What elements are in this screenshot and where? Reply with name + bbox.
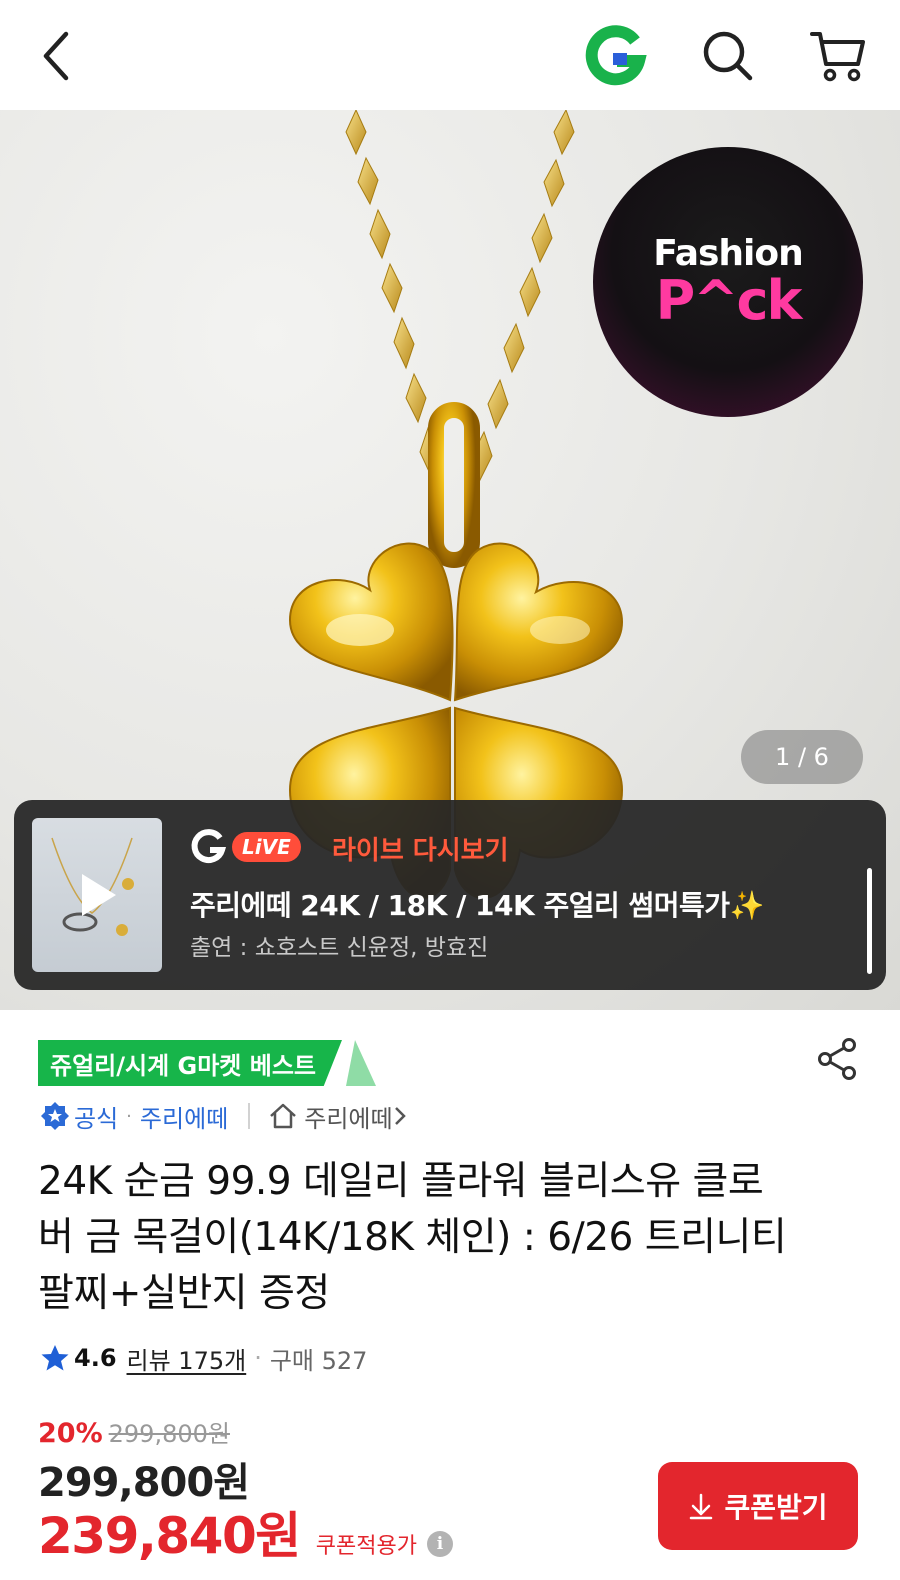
back-button[interactable] xyxy=(18,18,94,94)
product-title: 24K 순금 99.9 데일리 플라워 블리스유 클로버 금 목걸이(14K/1… xyxy=(38,1159,787,1316)
best-tag-fold xyxy=(346,1040,376,1086)
separator-dot: · xyxy=(126,1105,132,1127)
store-name[interactable]: 주리에떼 xyxy=(140,1099,228,1134)
live-replay-card[interactable]: LiVE 라이브 다시보기 주리에떼 24K / 18K / 14K 주얼리 썸… xyxy=(14,800,886,990)
shop-link-label: 주리에떼 xyxy=(304,1104,393,1133)
purchase-count: 구매 527 xyxy=(269,1346,368,1375)
coupon-note: 쿠폰적용가 i xyxy=(316,1528,453,1560)
live-pill: LiVE xyxy=(232,832,301,862)
shop-home-link[interactable]: 주리에떼 xyxy=(268,1099,406,1134)
home-icon xyxy=(270,1103,297,1129)
cart-icon xyxy=(810,32,865,82)
live-title: 주리에떼 24K / 18K / 14K 주얼리 썸머특가✨ xyxy=(190,889,764,922)
search-icon xyxy=(703,31,753,81)
play-icon xyxy=(82,874,116,916)
scroll-indicator xyxy=(867,868,872,974)
coupon-button-label: 쿠폰받기 xyxy=(724,1491,828,1524)
discount-row: 20% 299,800원 xyxy=(38,1414,230,1449)
download-icon xyxy=(690,1493,713,1520)
official-label: 공식 xyxy=(74,1104,119,1133)
divider xyxy=(248,1103,251,1129)
info-icon[interactable]: i xyxy=(426,1531,453,1557)
gmarket-logo-icon xyxy=(585,25,647,86)
best-category-tag[interactable]: 쥬얼리/시계 G마켓 베스트 xyxy=(38,1040,342,1086)
share-icon xyxy=(818,1038,856,1080)
top-app-bar xyxy=(0,0,900,110)
coupon-note-label: 쿠폰적용가 xyxy=(315,1534,417,1559)
glive-logo: LiVE xyxy=(190,828,301,866)
review-link[interactable]: 리뷰 175개 xyxy=(127,1341,247,1376)
get-coupon-button[interactable]: 쿠폰받기 xyxy=(658,1462,858,1550)
glive-g-icon xyxy=(191,829,227,864)
original-price: 299,800원 xyxy=(108,1420,230,1448)
live-cast: 출연 : 쇼호스트 신윤정, 방효진 xyxy=(190,935,489,961)
coupon-price-row: 239,840원 쿠폰적용가 i xyxy=(38,1496,453,1568)
share-button[interactable] xyxy=(812,1034,862,1084)
chevron-right-icon xyxy=(394,1107,406,1125)
rating-row: 4.6 리뷰 175개 · 구매 527 xyxy=(40,1340,367,1376)
badge-line-1: Fashion xyxy=(653,233,804,274)
gmarket-home-logo[interactable] xyxy=(578,18,654,94)
coupon-price: 239,840원 xyxy=(38,1507,301,1565)
live-replay-label: 라이브 다시보기 xyxy=(332,836,509,866)
official-badge-icon xyxy=(41,1102,69,1130)
discount-rate: 20% xyxy=(38,1418,103,1449)
star-icon xyxy=(41,1345,69,1371)
store-row: 공식 · 주리에떼 주리에떼 xyxy=(40,1098,407,1134)
live-thumbnail[interactable] xyxy=(32,818,162,972)
image-counter: 1 / 6 xyxy=(741,730,863,784)
rating-value: 4.6 xyxy=(74,1344,117,1372)
cart-button[interactable] xyxy=(800,18,876,94)
fashion-pack-badge: Fashion P^ck xyxy=(593,147,863,417)
separator-dot: · xyxy=(254,1344,262,1372)
search-button[interactable] xyxy=(690,18,766,94)
badge-line-2: P^ck xyxy=(655,269,803,332)
chevron-left-icon xyxy=(43,31,69,81)
